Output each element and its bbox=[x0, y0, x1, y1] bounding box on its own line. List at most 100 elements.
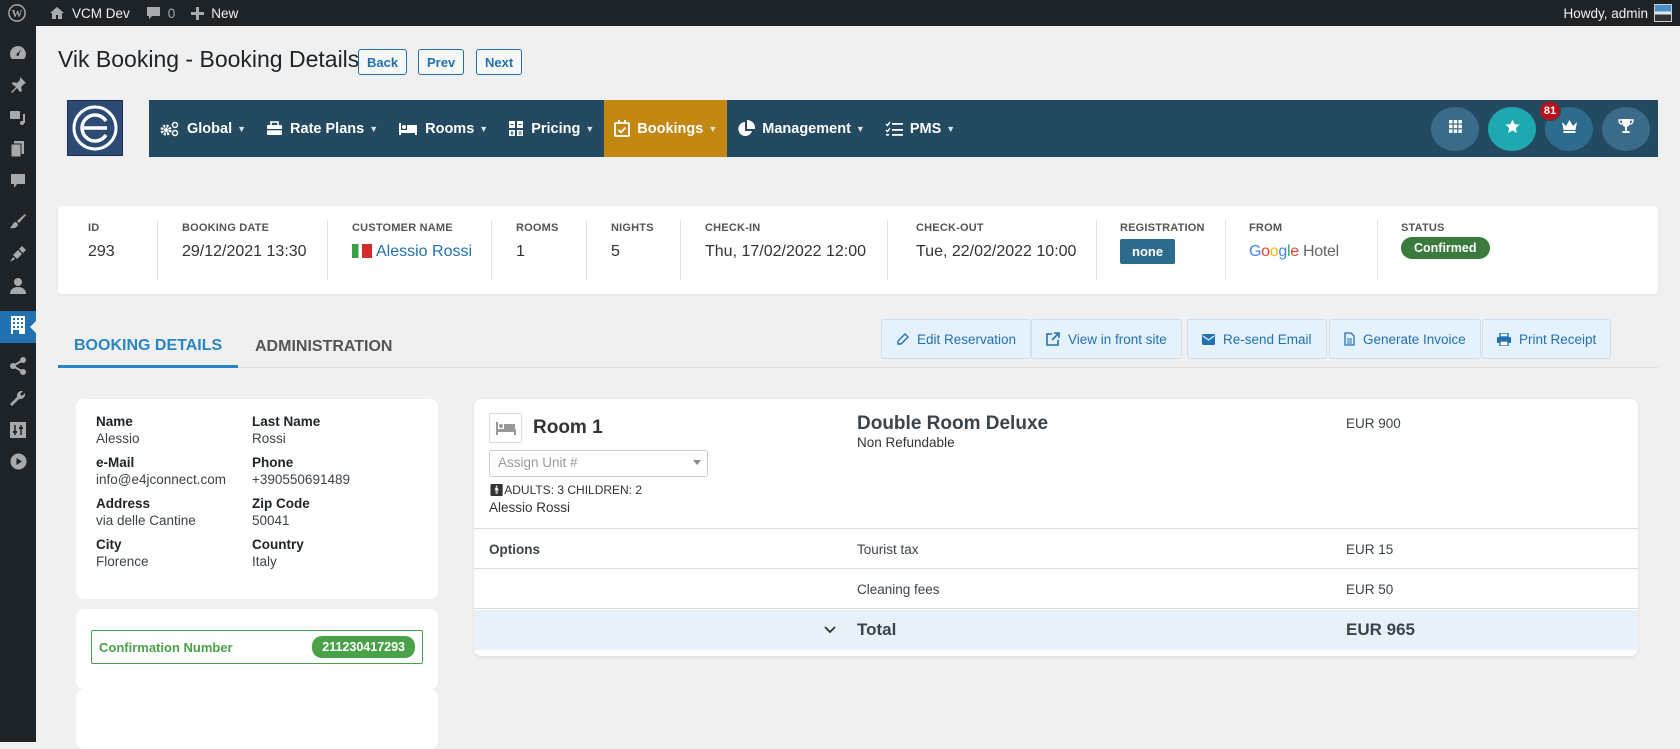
tab-booking-details[interactable]: BOOKING DETAILS bbox=[58, 326, 239, 368]
field-value: Rossi bbox=[252, 431, 286, 446]
new-label: New bbox=[211, 5, 239, 21]
summary-status: STATUS Confirmed bbox=[1378, 220, 1528, 280]
users-menu-item[interactable] bbox=[0, 272, 36, 304]
favorites-button[interactable] bbox=[1488, 106, 1536, 151]
apps-grid-button[interactable] bbox=[1431, 106, 1479, 151]
print-receipt-button[interactable]: Print Receipt bbox=[1482, 319, 1612, 359]
wordpress-logo-button[interactable]: W bbox=[0, 0, 41, 26]
summary-booking-date-label: BOOKING DATE bbox=[182, 222, 270, 234]
menu-global[interactable]: Global ▼ bbox=[149, 100, 256, 157]
resend-email-button[interactable]: Re-send Email bbox=[1187, 319, 1327, 359]
booking-summary: ID 293 BOOKING DATE 29/12/2021 13:30 CUS… bbox=[58, 206, 1658, 294]
chevron-down-icon[interactable] bbox=[824, 622, 836, 637]
resend-email-label: Re-send Email bbox=[1223, 331, 1312, 347]
comments-menu-item[interactable] bbox=[0, 167, 36, 199]
registration-status-button[interactable]: none bbox=[1120, 239, 1176, 264]
tools-menu-item[interactable] bbox=[0, 384, 36, 416]
menu-pms-label: PMS bbox=[909, 120, 942, 137]
caret-down-icon: ▼ bbox=[479, 123, 489, 134]
status-badge: Confirmed bbox=[1401, 237, 1490, 259]
options-label: Options bbox=[489, 542, 540, 557]
guests-count: ADULTS: 3 CHILDREN: 2 bbox=[504, 483, 643, 497]
caret-down-icon: ▼ bbox=[946, 123, 956, 134]
generate-invoice-button[interactable]: Generate Invoice bbox=[1329, 319, 1481, 359]
field-label: Address bbox=[96, 496, 151, 511]
comments-link[interactable]: 0 bbox=[138, 0, 184, 26]
dashboard-menu-item[interactable] bbox=[0, 39, 36, 71]
confirmation-number-box: Confirmation Number 211230417293 bbox=[91, 630, 423, 664]
assign-unit-placeholder: Assign Unit # bbox=[498, 455, 578, 470]
menu-pricing[interactable]: Pricing ▼ bbox=[498, 100, 604, 157]
assign-unit-select[interactable]: Assign Unit # bbox=[489, 450, 708, 477]
settings-menu-item[interactable] bbox=[0, 416, 36, 448]
howdy-user-link[interactable]: Howdy, admin bbox=[1563, 0, 1648, 26]
option-row: Cleaning fees EUR 50 bbox=[474, 570, 1638, 609]
svg-text:W: W bbox=[12, 8, 23, 20]
summary-checkout: CHECK-OUT Tue, 22/02/2022 10:00 bbox=[888, 220, 1097, 280]
room-type: Double Room Deluxe bbox=[857, 413, 1049, 434]
google-hotel-logo: Google Hotel bbox=[1249, 243, 1339, 260]
vikbooking-menu-item[interactable] bbox=[0, 311, 36, 343]
next-button[interactable]: Next bbox=[476, 49, 523, 75]
menu-pricing-label: Pricing bbox=[531, 120, 581, 137]
view-front-site-button[interactable]: View in front site bbox=[1031, 319, 1182, 359]
new-content-link[interactable]: New bbox=[183, 0, 246, 26]
menu-management[interactable]: Management ▼ bbox=[727, 100, 875, 157]
plugins-menu-item[interactable] bbox=[0, 240, 36, 272]
tasks-icon bbox=[885, 121, 903, 137]
summary-checkin: CHECK-IN Thu, 17/02/2022 12:00 bbox=[681, 220, 888, 280]
summary-nights-label: NIGHTS bbox=[611, 222, 654, 234]
tab-administration[interactable]: ADMINISTRATION bbox=[239, 326, 408, 368]
notifications-button[interactable]: 81 bbox=[1539, 100, 1593, 151]
wrench-icon bbox=[9, 389, 27, 412]
summary-checkin-label: CHECK-IN bbox=[705, 222, 761, 234]
summary-nights: NIGHTS 5 bbox=[587, 220, 681, 280]
media-menu-item[interactable] bbox=[0, 103, 36, 135]
back-button[interactable]: Back bbox=[358, 49, 408, 75]
menu-bookings[interactable]: Bookings ▼ bbox=[604, 100, 728, 157]
calculator-icon bbox=[508, 120, 524, 137]
crown-icon bbox=[1561, 119, 1578, 138]
summary-id-label: ID bbox=[88, 222, 100, 234]
posts-menu-item[interactable] bbox=[0, 71, 36, 103]
summary-status-label: STATUS bbox=[1401, 222, 1445, 234]
appearance-menu-item[interactable] bbox=[0, 208, 36, 240]
prev-button[interactable]: Prev bbox=[418, 49, 465, 75]
menu-rate-plans[interactable]: Rate Plans ▼ bbox=[256, 100, 388, 157]
pages-menu-item[interactable] bbox=[0, 135, 36, 167]
site-name-link[interactable]: VCM Dev bbox=[41, 0, 138, 26]
summary-booking-date-value: 29/12/2021 13:30 bbox=[182, 243, 307, 260]
customer-name-link[interactable]: Alessio Rossi bbox=[376, 243, 472, 260]
external-link-icon bbox=[1046, 332, 1060, 346]
printer-icon bbox=[1497, 332, 1511, 346]
plug-icon bbox=[9, 245, 27, 268]
quick-actions: 81 bbox=[1431, 100, 1658, 157]
share-menu-item[interactable] bbox=[0, 352, 36, 384]
plus-icon bbox=[191, 6, 205, 20]
menu-rooms[interactable]: Rooms ▼ bbox=[388, 100, 498, 157]
field-label: Zip Code bbox=[252, 496, 310, 511]
achievements-button[interactable] bbox=[1602, 106, 1650, 151]
caret-down-icon: ▼ bbox=[585, 123, 595, 134]
customer-field: City Florence bbox=[96, 537, 252, 569]
menu-pms[interactable]: PMS ▼ bbox=[875, 100, 965, 157]
summary-checkin-value: Thu, 17/02/2022 12:00 bbox=[705, 243, 867, 260]
pie-chart-icon bbox=[737, 119, 756, 138]
dropdown-arrow-icon bbox=[693, 460, 701, 469]
user-avatar[interactable] bbox=[1654, 4, 1672, 22]
edit-reservation-button[interactable]: Edit Reservation bbox=[881, 319, 1032, 359]
media-play-menu-item[interactable] bbox=[0, 448, 36, 480]
wordpress-icon: W bbox=[8, 4, 26, 22]
summary-id-value: 293 bbox=[88, 243, 115, 260]
confirmation-label: Confirmation Number bbox=[99, 639, 233, 655]
customer-field: Phone +390550691489 bbox=[252, 455, 412, 487]
admin-bar: W VCM Dev 0 New Howdy, admin bbox=[0, 0, 1680, 26]
edit-reservation-label: Edit Reservation bbox=[917, 331, 1017, 347]
summary-checkout-value: Tue, 22/02/2022 10:00 bbox=[916, 243, 1077, 260]
pin-icon bbox=[9, 76, 27, 99]
star-icon bbox=[1504, 119, 1520, 139]
field-value: +390550691489 bbox=[252, 472, 350, 487]
vikbooking-logo[interactable] bbox=[67, 100, 123, 156]
menu-management-label: Management bbox=[762, 120, 851, 137]
page-title: Vik Booking - Booking Details bbox=[58, 46, 360, 72]
